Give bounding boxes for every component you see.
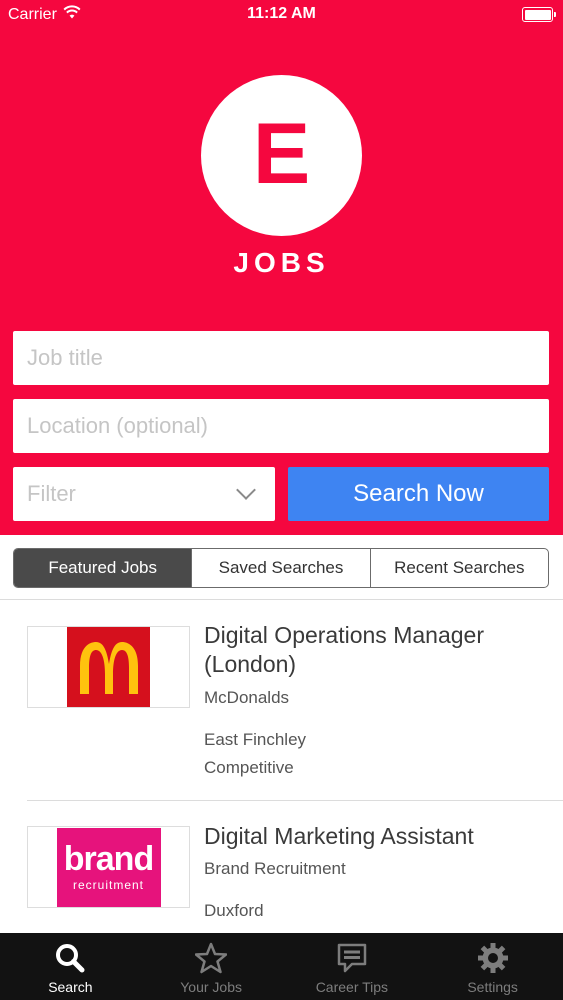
job-title: Digital Marketing Assistant: [204, 823, 474, 849]
status-bar: Carrier 11:12 AM: [0, 0, 563, 30]
app-logo: E: [201, 75, 362, 236]
job-title: Digital Operations Manager (London): [204, 622, 484, 677]
brand-logo-subtext: recruitment: [72, 878, 145, 892]
job-list-item[interactable]: brand recruitment Digital Marketing Assi…: [0, 801, 563, 941]
tab-label: Career Tips: [315, 979, 389, 995]
brand-logo-text: brand: [63, 840, 154, 878]
segment-recent-searches[interactable]: Recent Searches: [369, 549, 548, 587]
job-title-input[interactable]: Job title: [13, 331, 549, 385]
filter-placeholder: Filter: [27, 481, 76, 506]
status-time: 11:12 AM: [247, 5, 316, 22]
filter-dropdown[interactable]: Filter: [13, 467, 275, 521]
company-logo: brand recruitment: [27, 826, 190, 908]
search-icon: [56, 944, 85, 973]
job-location: East Finchley: [204, 730, 307, 749]
job-company: McDonalds: [204, 688, 290, 707]
tab-settings[interactable]: Settings: [422, 933, 563, 1000]
mcdonalds-logo: [67, 627, 150, 707]
tab-bar: Search Your Jobs Career Tips Settings: [0, 933, 563, 1000]
tab-label: Search: [48, 979, 93, 995]
gear-icon: [477, 943, 508, 973]
chat-bubble-icon: [337, 943, 367, 973]
tab-label: Settings: [467, 979, 518, 995]
tab-search[interactable]: Search: [0, 933, 141, 1000]
segment-saved-searches[interactable]: Saved Searches: [191, 549, 369, 587]
star-icon: [195, 942, 228, 974]
hero-header: Carrier 11:12 AM E JOBS Job title Locati…: [0, 0, 563, 535]
battery-icon: [522, 7, 556, 22]
job-salary: Competitive: [204, 758, 294, 777]
segment-featured-jobs[interactable]: Featured Jobs: [14, 549, 192, 587]
search-now-button[interactable]: Search Now: [288, 467, 549, 521]
brand-recruitment-logo: brand recruitment: [56, 827, 161, 907]
tab-label: Your Jobs: [180, 979, 242, 995]
job-list-segmented-control: Featured Jobs Saved Searches Recent Sear…: [13, 548, 549, 588]
company-logo: [27, 626, 190, 708]
job-list-item[interactable]: Digital Operations Manager (London) McDo…: [0, 600, 563, 800]
job-title-placeholder: Job title: [27, 345, 103, 370]
chevron-down-icon: [236, 480, 256, 500]
job-location: Duxford: [204, 901, 264, 920]
logo-letter: E: [252, 105, 311, 202]
location-input[interactable]: Location (optional): [13, 399, 549, 453]
tab-career-tips[interactable]: Career Tips: [282, 933, 423, 1000]
logo-text: JOBS: [233, 247, 330, 278]
location-placeholder: Location (optional): [27, 413, 209, 438]
tab-your-jobs[interactable]: Your Jobs: [141, 933, 282, 1000]
job-company: Brand Recruitment: [204, 859, 346, 878]
